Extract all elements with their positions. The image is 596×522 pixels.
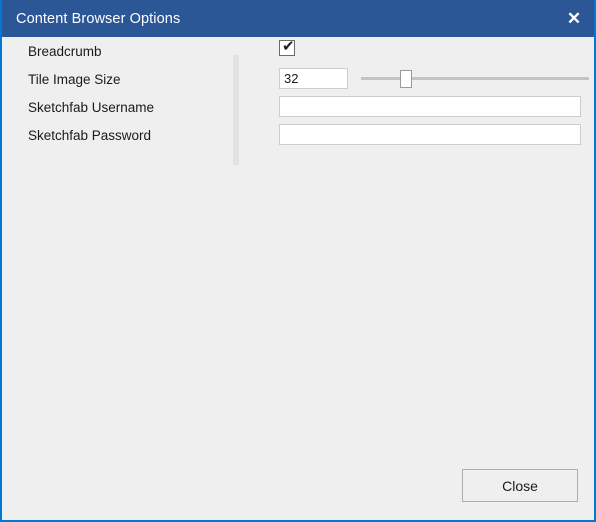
tile-image-size-input[interactable] — [279, 68, 348, 89]
sketchfab-username-input[interactable] — [279, 96, 581, 117]
close-icon[interactable]: ✕ — [552, 0, 594, 37]
slider-track — [361, 77, 589, 80]
check-icon: ✔ — [282, 37, 295, 55]
dialog-body: Breadcrumb ✔ Tile Image Size 32 Sketchfa… — [2, 37, 594, 520]
slider-handle[interactable] — [400, 70, 412, 88]
row-tile-image-size: Tile Image Size — [2, 65, 594, 93]
field-sketchfab-username — [279, 96, 581, 117]
row-breadcrumb: Breadcrumb ✔ — [2, 37, 594, 65]
window-title: Content Browser Options — [16, 10, 181, 27]
title-bar: Content Browser Options ✕ — [2, 0, 594, 37]
field-sketchfab-password — [279, 124, 581, 145]
label-sketchfab-username: Sketchfab Username — [28, 99, 155, 115]
field-breadcrumb: ✔ — [279, 37, 580, 56]
label-tile-image-size: Tile Image Size — [28, 71, 121, 87]
sketchfab-password-input[interactable] — [279, 124, 581, 145]
close-button[interactable]: Close — [462, 469, 578, 502]
field-tile-image-size — [279, 68, 589, 89]
breadcrumb-checkbox[interactable]: ✔ — [279, 37, 295, 56]
label-breadcrumb: Breadcrumb — [28, 43, 102, 59]
content-browser-options-dialog: Content Browser Options ✕ Breadcrumb ✔ T… — [0, 0, 596, 522]
tile-image-size-slider[interactable] — [361, 68, 589, 89]
row-sketchfab-password: Sketchfab Password — [2, 121, 594, 149]
row-sketchfab-username: Sketchfab Username — [2, 93, 594, 121]
dialog-footer: Close — [2, 468, 594, 520]
label-sketchfab-password: Sketchfab Password — [28, 127, 152, 143]
